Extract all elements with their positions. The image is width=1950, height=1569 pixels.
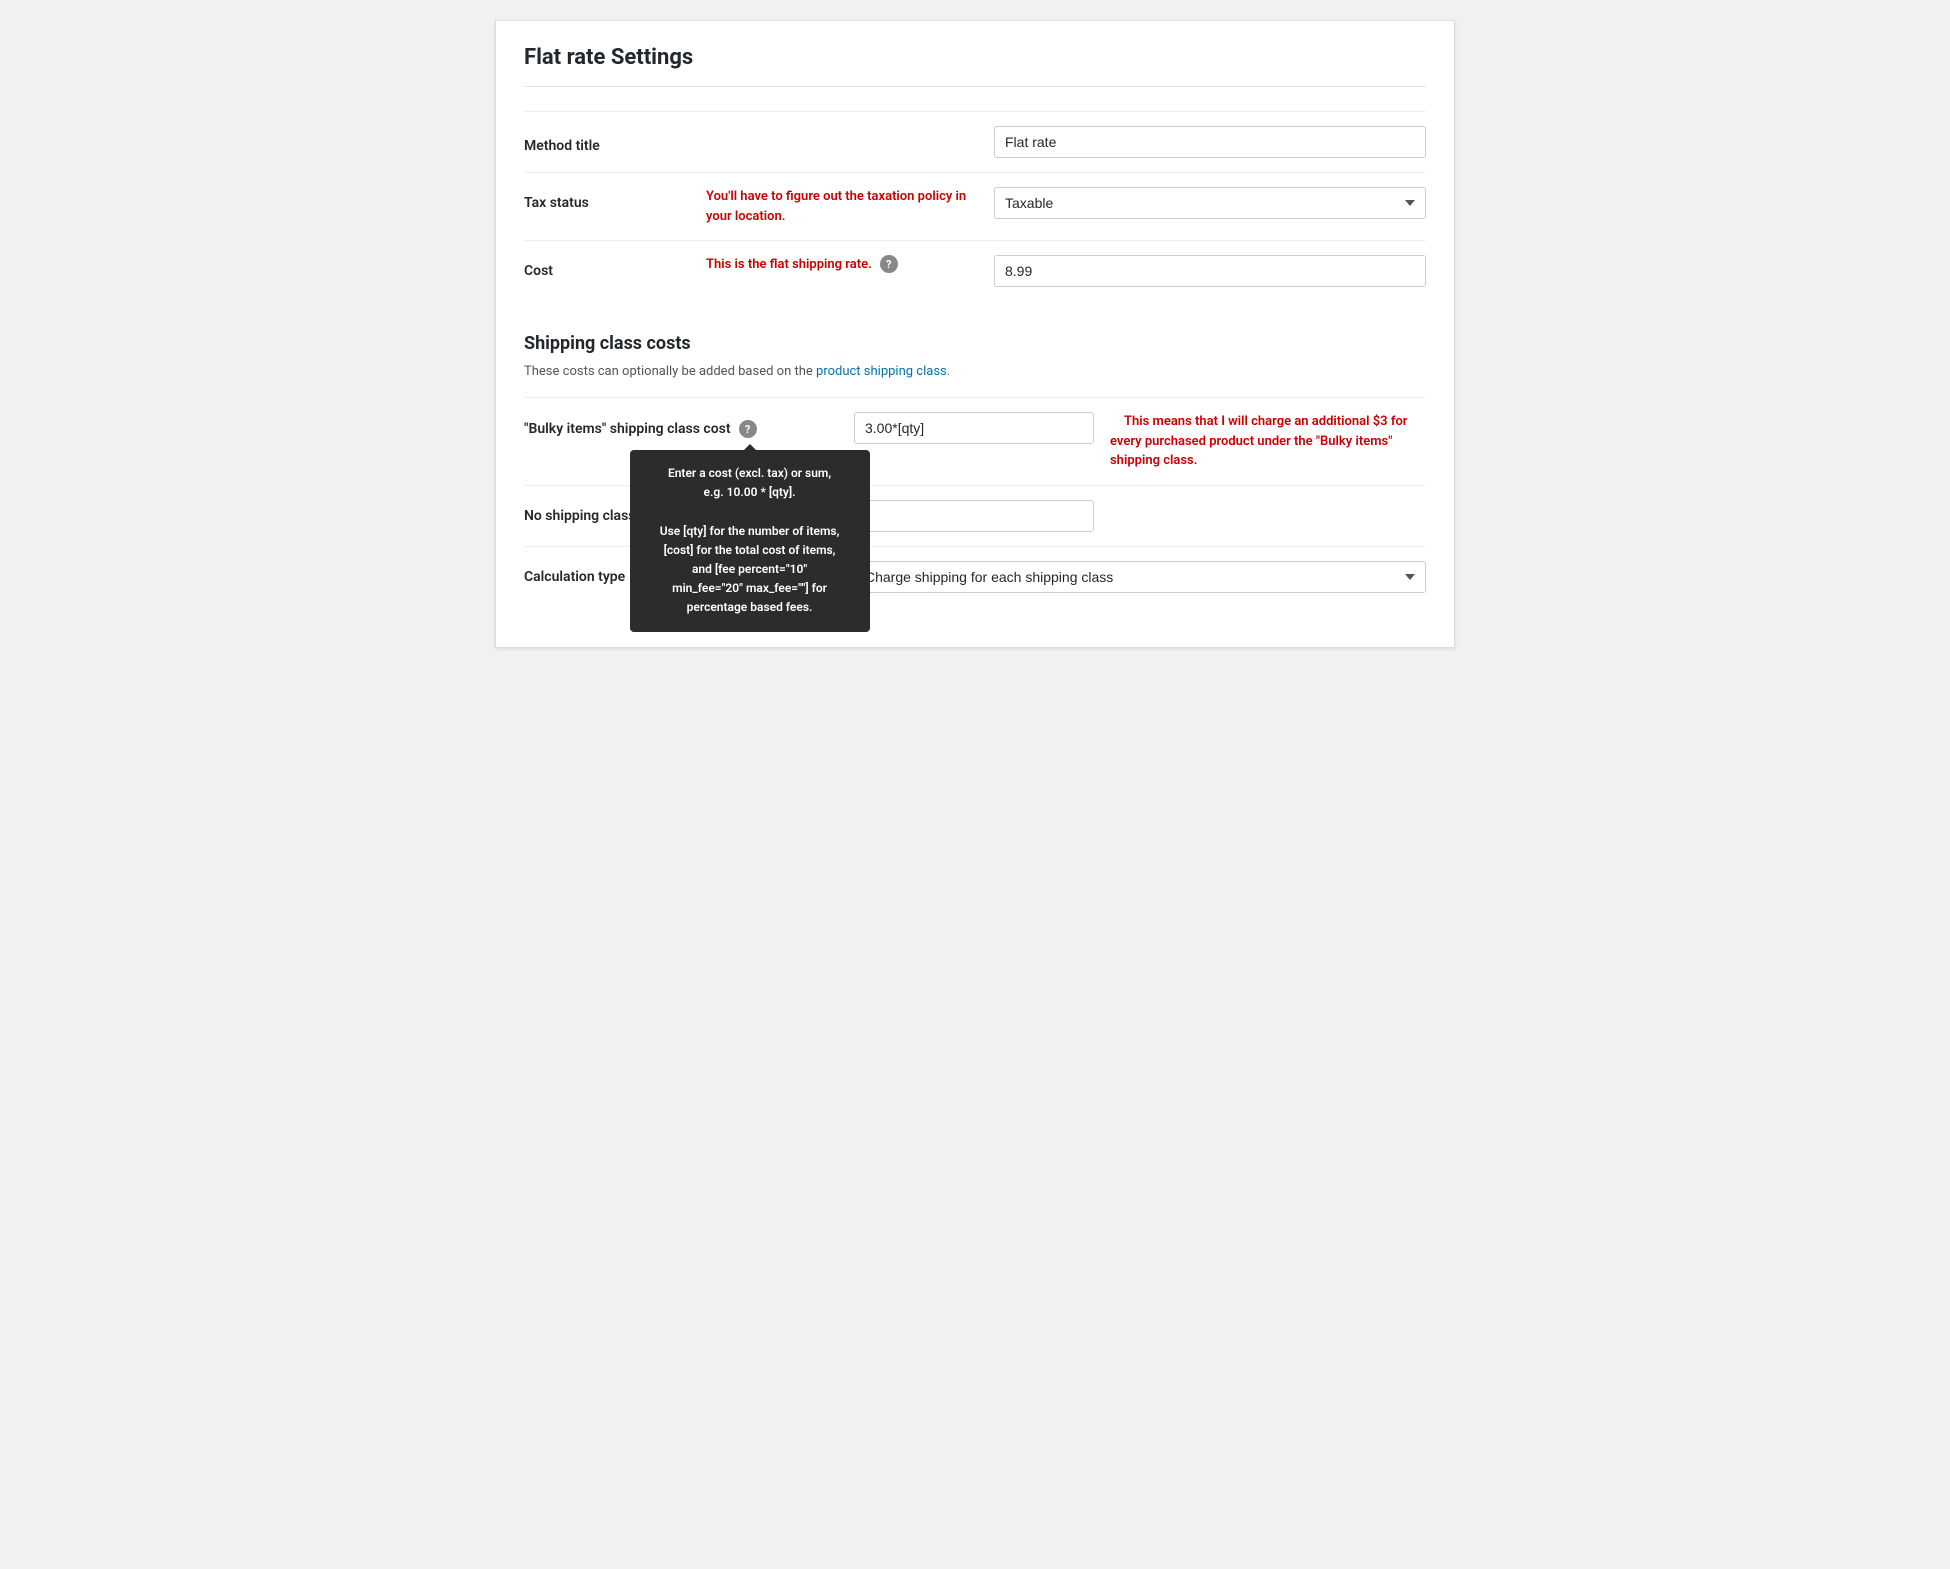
bulky-items-annotation: This means that I will charge an additio… [1110, 414, 1407, 468]
method-title-label: Method title [524, 130, 694, 154]
shipping-class-desc: These costs can optionally be added base… [524, 364, 1426, 379]
bulky-items-annotation-col: This means that I will charge an additio… [1094, 412, 1426, 471]
no-shipping-class-input[interactable] [854, 500, 1094, 532]
calculation-type-input-col: Charge shipping for each shipping class … [854, 561, 1426, 593]
page-container: Flat rate Settings Method title Tax stat… [495, 20, 1455, 648]
method-title-field [994, 126, 1426, 158]
cost-annotation: This is the flat shipping rate. [706, 255, 872, 275]
tax-status-label: Tax status [524, 187, 694, 211]
method-title-input[interactable] [994, 126, 1426, 158]
cost-row: Cost This is the flat shipping rate. ? [524, 240, 1426, 301]
cost-annotation-col: This is the flat shipping rate. ? [694, 255, 994, 275]
tax-status-select[interactable]: Taxable None [994, 187, 1426, 219]
tooltip-line4: Use [qty] for the number of items, [660, 524, 840, 538]
tooltip-line8: percentage based fees. [687, 600, 813, 614]
shipping-class-desc-after: . [947, 364, 950, 379]
no-shipping-class-input-col [854, 500, 1094, 532]
cost-input[interactable] [994, 255, 1426, 287]
cost-field [994, 255, 1426, 287]
tax-status-field: Taxable None [994, 187, 1426, 219]
calculation-type-label: Calculation type [524, 569, 625, 585]
product-shipping-class-link[interactable]: product shipping class [816, 364, 947, 379]
page-title: Flat rate Settings [524, 45, 1426, 87]
bulky-items-tooltip: Enter a cost (excl. tax) or sum, e.g. 10… [630, 450, 870, 632]
cost-label: Cost [524, 255, 694, 279]
bulky-items-input[interactable] [854, 412, 1094, 444]
bulky-items-row: "Bulky items" shipping class cost ? Ente… [524, 397, 1426, 485]
method-title-row: Method title [524, 111, 1426, 172]
bulky-items-label-col: "Bulky items" shipping class cost ? Ente… [524, 412, 854, 438]
shipping-class-section-title: Shipping class costs [524, 333, 1426, 354]
tooltip-line6: and [fee percent="10" [692, 562, 807, 576]
calculation-type-select[interactable]: Charge shipping for each shipping class … [854, 561, 1426, 593]
tax-status-annotation-col: You'll have to figure out the taxation p… [694, 187, 994, 226]
tooltip-line7: min_fee="20" max_fee=""] for [672, 581, 827, 595]
tax-status-annotation: You'll have to figure out the taxation p… [706, 187, 982, 226]
tooltip-line2: e.g. 10.00 * [qty]. [704, 485, 796, 499]
bulky-items-help-wrapper: ? Enter a cost (excl. tax) or sum, e.g. … [739, 420, 761, 438]
bulky-items-label: "Bulky items" shipping class cost [524, 421, 731, 437]
tax-status-row: Tax status You'll have to figure out the… [524, 172, 1426, 240]
shipping-class-desc-before: These costs can optionally be added base… [524, 364, 816, 379]
bulky-items-input-col [854, 412, 1094, 444]
tooltip-line5: [cost] for the total cost of items, [664, 543, 836, 557]
cost-help-icon[interactable]: ? [880, 255, 898, 273]
tooltip-line1: Enter a cost (excl. tax) or sum, [668, 466, 831, 480]
bulky-items-help-icon[interactable]: ? [739, 420, 757, 438]
